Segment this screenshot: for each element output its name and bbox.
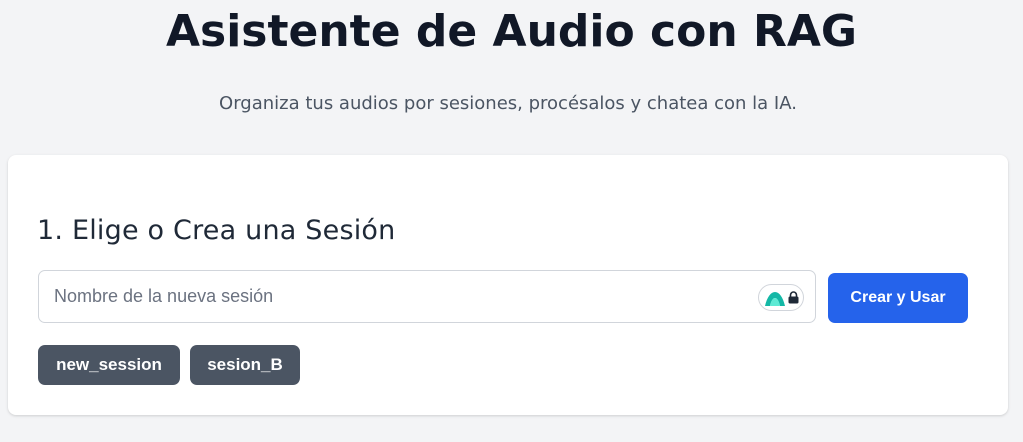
session-card: 1. Elige o Crea una Sesión Crear y Usar … — [8, 155, 1008, 415]
session-chip-new-session[interactable]: new_session — [38, 345, 180, 385]
session-name-field-wrapper — [38, 270, 816, 323]
create-and-use-button[interactable]: Crear y Usar — [828, 273, 968, 323]
section-heading: 1. Elige o Crea una Sesión — [37, 215, 396, 246]
page-title: Asistente de Audio con RAG — [165, 6, 858, 57]
lock-icon — [788, 291, 799, 304]
session-name-input[interactable] — [39, 271, 749, 322]
page-subtitle: Organiza tus audios por sesiones, procés… — [219, 93, 797, 114]
page: Asistente de Audio con RAG Organiza tus … — [0, 0, 1023, 442]
session-chip-sesion-b[interactable]: sesion_B — [190, 345, 300, 385]
mountain-logo-icon — [765, 292, 785, 306]
password-manager-badge[interactable] — [758, 284, 804, 311]
